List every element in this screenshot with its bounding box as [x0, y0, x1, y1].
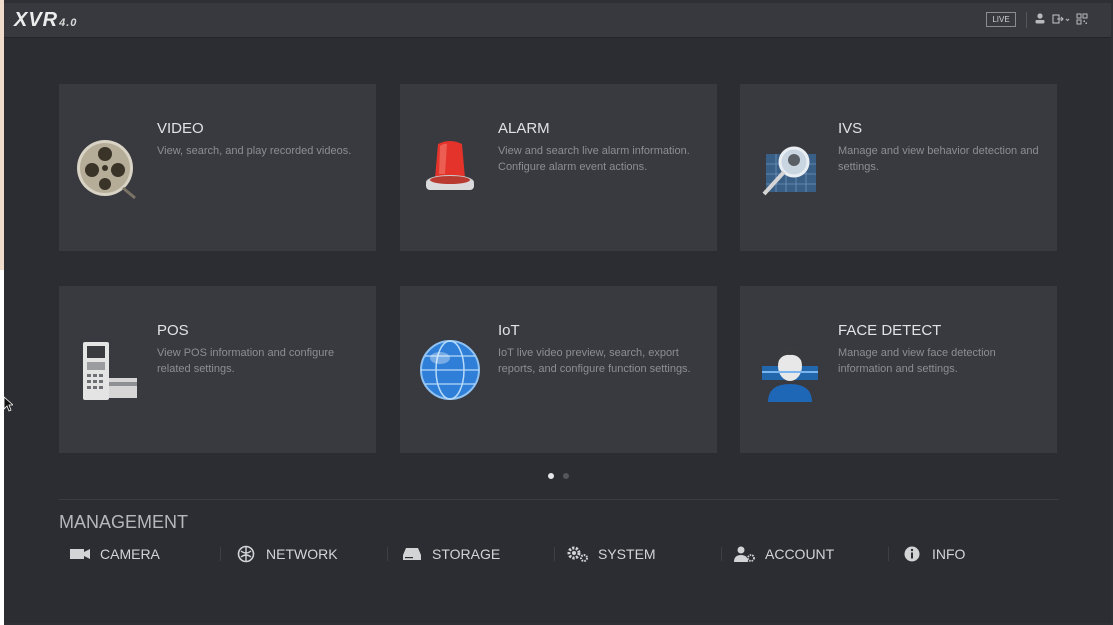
gears-icon	[566, 545, 590, 563]
user-icon[interactable]	[1034, 12, 1046, 28]
mouse-cursor-icon	[3, 396, 15, 417]
logo-version: 4.0	[59, 17, 78, 29]
management-separator	[554, 547, 555, 561]
management-item-label: STORAGE	[432, 546, 501, 562]
camera-icon	[68, 545, 92, 563]
management-item-label: NETWORK	[266, 546, 338, 562]
section-divider	[59, 499, 1059, 500]
topbar-divider	[1026, 12, 1027, 28]
management-item-label: ACCOUNT	[765, 546, 835, 562]
tile-title: POS	[157, 322, 189, 339]
tile-title: IoT	[498, 322, 520, 339]
account-icon	[733, 545, 757, 563]
info-icon	[900, 545, 924, 563]
tile-title: VIDEO	[157, 120, 204, 137]
management-item-info[interactable]: INFO	[900, 543, 965, 565]
tile-pos[interactable]: POS View POS information and configure r…	[59, 286, 376, 453]
tile-face-detect[interactable]: FACE DETECT Manage and view face detecti…	[740, 286, 1057, 453]
logo-text: XVR	[14, 9, 59, 31]
tile-description: View, search, and play recorded videos.	[157, 145, 352, 157]
tile-title: FACE DETECT	[838, 322, 942, 339]
management-item-storage[interactable]: STORAGE	[400, 543, 500, 565]
app-window: XVR4.0 LIVE VIDEO View, search, and play…	[4, 3, 1111, 623]
tile-ivs[interactable]: IVS Manage and view behavior detection a…	[740, 84, 1057, 251]
network-icon	[234, 545, 258, 563]
tile-description: IoT live video preview, search, export r…	[498, 347, 691, 375]
qr-code-icon[interactable]	[1076, 12, 1088, 28]
tile-video[interactable]: VIDEO View, search, and play recorded vi…	[59, 84, 376, 251]
tile-description: View POS information and configure relat…	[157, 347, 335, 375]
globe-icon	[418, 338, 482, 402]
management-item-label: CAMERA	[100, 546, 160, 562]
live-button[interactable]: LIVE	[986, 12, 1016, 27]
page-dot[interactable]	[563, 473, 569, 479]
film-reel-icon	[77, 136, 141, 200]
management-item-label: SYSTEM	[598, 546, 656, 562]
management-item-account[interactable]: ACCOUNT	[733, 543, 834, 565]
tile-alarm[interactable]: ALARM View and search live alarm informa…	[400, 84, 717, 251]
pos-terminal-icon	[77, 338, 141, 402]
management-item-camera[interactable]: CAMERA	[68, 543, 160, 565]
tile-title: IVS	[838, 120, 863, 137]
tile-description: View and search live alarm information. …	[498, 145, 690, 173]
magnifier-icon	[758, 136, 822, 200]
management-item-system[interactable]: SYSTEM	[566, 543, 656, 565]
management-item-network[interactable]: NETWORK	[234, 543, 338, 565]
tile-description: Manage and view behavior detection and s…	[838, 145, 1039, 173]
tile-title: ALARM	[498, 120, 550, 137]
logout-icon[interactable]	[1052, 12, 1070, 28]
tile-description: Manage and view face detection informati…	[838, 347, 996, 375]
alarm-light-icon	[418, 136, 482, 200]
management-separator	[721, 547, 722, 561]
management-separator	[888, 547, 889, 561]
face-scan-icon	[758, 338, 822, 402]
management-separator	[220, 547, 221, 561]
top-bar: XVR4.0 LIVE	[4, 3, 1111, 38]
management-title: MANAGEMENT	[59, 512, 189, 532]
tile-iot[interactable]: IoT IoT live video preview, search, expo…	[400, 286, 717, 453]
management-item-label: INFO	[932, 546, 966, 562]
storage-icon	[400, 545, 424, 563]
logo: XVR4.0	[14, 9, 77, 32]
management-separator	[387, 547, 388, 561]
page-dot-active[interactable]	[548, 473, 554, 479]
